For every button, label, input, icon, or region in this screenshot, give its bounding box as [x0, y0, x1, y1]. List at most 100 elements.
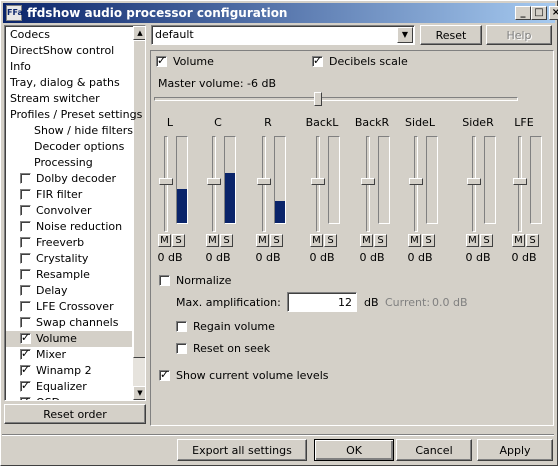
- max-amplification-label: Max. amplification:: [176, 296, 281, 309]
- channel-name: SideL: [405, 116, 435, 129]
- sidebar-item[interactable]: Info: [6, 59, 132, 75]
- channel-solo-button[interactable]: S: [526, 234, 539, 247]
- channel-volume-slider[interactable]: [207, 178, 221, 185]
- sidebar-item-checkbox[interactable]: [20, 269, 31, 280]
- channel-mute-button[interactable]: M: [512, 234, 525, 247]
- normalize-checkbox[interactable]: [159, 275, 170, 286]
- scroll-up-arrow-icon[interactable]: ▲: [133, 26, 145, 40]
- scroll-thumb[interactable]: [133, 40, 145, 358]
- sidebar-item[interactable]: Show / hide filters: [6, 123, 133, 139]
- sidebar-item[interactable]: Codecs: [6, 27, 132, 43]
- channel-mute-button[interactable]: M: [256, 234, 269, 247]
- sidebar-item[interactable]: ✓ Winamp 2: [6, 363, 132, 379]
- volume-enable-checkbox[interactable]: ✓: [156, 54, 167, 67]
- sidebar-item[interactable]: Resample: [6, 267, 132, 283]
- sidebar-item[interactable]: Crystality: [6, 251, 132, 267]
- ok-button[interactable]: OK: [314, 439, 394, 461]
- show-volume-levels-checkbox[interactable]: ✓: [159, 368, 170, 381]
- channel-name: BackL: [305, 116, 339, 129]
- sidebar-item-checkbox[interactable]: [20, 189, 31, 200]
- regain-volume-checkbox[interactable]: [176, 321, 187, 332]
- sidebar-item[interactable]: Freeverb: [6, 235, 132, 251]
- channel-volume-slider[interactable]: [257, 178, 271, 185]
- sidebar-item[interactable]: Tray, dialog & paths: [6, 75, 132, 91]
- preset-reset-button[interactable]: Reset: [420, 25, 482, 45]
- filter-list[interactable]: ▲ ▼ Codecs DirectShow control Info Tray, di…: [4, 25, 146, 401]
- reset-order-button[interactable]: Reset order: [4, 404, 146, 424]
- master-volume-label: Master volume: -6 dB: [158, 77, 277, 90]
- sidebar-item-checkbox[interactable]: [20, 205, 31, 216]
- channel-solo-button[interactable]: S: [220, 234, 233, 247]
- sidebar-item-label: Profiles / Preset settings: [10, 108, 143, 121]
- channel-mute-button[interactable]: M: [310, 234, 323, 247]
- sidebar-item[interactable]: Noise reduction: [6, 219, 132, 235]
- sidebar-item[interactable]: ✓ Mixer: [6, 347, 132, 363]
- sidebar-item[interactable]: ✓ OSD: [6, 395, 132, 400]
- sidebar-item[interactable]: ✓ Equalizer: [6, 379, 132, 395]
- sidebar-item-checkbox[interactable]: [20, 253, 31, 264]
- sidebar-item[interactable]: Profiles / Preset settings: [6, 107, 142, 123]
- sidebar-item-checkbox[interactable]: [20, 301, 31, 312]
- sidebar-item-checkbox[interactable]: [20, 285, 31, 296]
- sidebar-item-label: Info: [10, 60, 31, 73]
- maximize-button[interactable]: □: [531, 6, 547, 20]
- channel-volume-slider[interactable]: [311, 178, 325, 185]
- sidebar-item[interactable]: FIR filter: [6, 187, 132, 203]
- reset-on-seek-checkbox[interactable]: [176, 343, 187, 354]
- preset-combobox[interactable]: default ▼: [151, 25, 415, 45]
- current-amplification-label: Current:: [385, 296, 431, 309]
- channel-solo-button[interactable]: S: [270, 234, 283, 247]
- max-amplification-input[interactable]: 12: [287, 292, 357, 312]
- master-volume-slider[interactable]: [314, 92, 322, 106]
- channel-mute-button[interactable]: M: [466, 234, 479, 247]
- filter-list-scrollbar[interactable]: ▲ ▼: [133, 26, 145, 400]
- channel-level-meter: [274, 136, 286, 224]
- sidebar-item-checkbox[interactable]: ✓: [20, 395, 31, 400]
- channel-solo-button[interactable]: S: [374, 234, 387, 247]
- chevron-down-icon[interactable]: ▼: [397, 27, 413, 43]
- minimize-button[interactable]: _: [515, 6, 531, 20]
- sidebar-item-checkbox[interactable]: [20, 317, 31, 328]
- sidebar-item-checkbox[interactable]: ✓: [20, 331, 31, 344]
- sidebar-item[interactable]: LFE Crossover: [6, 299, 132, 315]
- sidebar-item-checkbox[interactable]: ✓: [20, 347, 31, 360]
- channel-solo-button[interactable]: S: [480, 234, 493, 247]
- close-button[interactable]: ×: [549, 6, 558, 20]
- channel-volume-slider[interactable]: [159, 178, 173, 185]
- channel-volume-slider[interactable]: [409, 178, 423, 185]
- sidebar-item[interactable]: Stream switcher: [6, 91, 132, 107]
- channel-mute-button[interactable]: M: [158, 234, 171, 247]
- sidebar-item-label: Equalizer: [36, 380, 87, 393]
- sidebar-item[interactable]: Decoder options: [6, 139, 132, 155]
- title-bar[interactable]: FFa ffdshow audio processor configuratio…: [3, 3, 558, 23]
- channel-mute-button[interactable]: M: [408, 234, 421, 247]
- sidebar-item[interactable]: DirectShow control: [6, 43, 132, 59]
- sidebar-item-checkbox[interactable]: [20, 221, 31, 232]
- scroll-down-arrow-icon[interactable]: ▼: [133, 386, 145, 400]
- channel-mute-button[interactable]: M: [206, 234, 219, 247]
- preset-selected-value: default: [155, 28, 194, 41]
- channel-solo-button[interactable]: S: [172, 234, 185, 247]
- apply-button[interactable]: Apply: [477, 439, 553, 461]
- sidebar-item[interactable]: ✓ Volume: [6, 331, 132, 347]
- channel-mute-button[interactable]: M: [360, 234, 373, 247]
- help-button[interactable]: Help: [486, 25, 552, 45]
- export-all-settings-button[interactable]: Export all settings: [177, 439, 307, 461]
- decibels-scale-checkbox[interactable]: ✓: [312, 54, 323, 67]
- channel-volume-slider[interactable]: [467, 178, 481, 185]
- channel-solo-button[interactable]: S: [422, 234, 435, 247]
- channel-solo-button[interactable]: S: [324, 234, 337, 247]
- sidebar-item[interactable]: Convolver: [6, 203, 132, 219]
- cancel-button[interactable]: Cancel: [396, 439, 472, 461]
- sidebar-item[interactable]: Swap channels: [6, 315, 132, 331]
- channel-volume-slider[interactable]: [361, 178, 375, 185]
- sidebar-item[interactable]: Delay: [6, 283, 132, 299]
- sidebar-item-checkbox[interactable]: ✓: [20, 379, 31, 392]
- ffdshow-app-icon: FFa: [6, 5, 23, 21]
- sidebar-item[interactable]: Dolby decoder: [6, 171, 132, 187]
- sidebar-item[interactable]: Processing: [6, 155, 132, 171]
- channel-volume-slider[interactable]: [513, 178, 527, 185]
- sidebar-item-checkbox[interactable]: ✓: [20, 363, 31, 376]
- sidebar-item-checkbox[interactable]: [20, 237, 31, 248]
- sidebar-item-checkbox[interactable]: [20, 173, 31, 184]
